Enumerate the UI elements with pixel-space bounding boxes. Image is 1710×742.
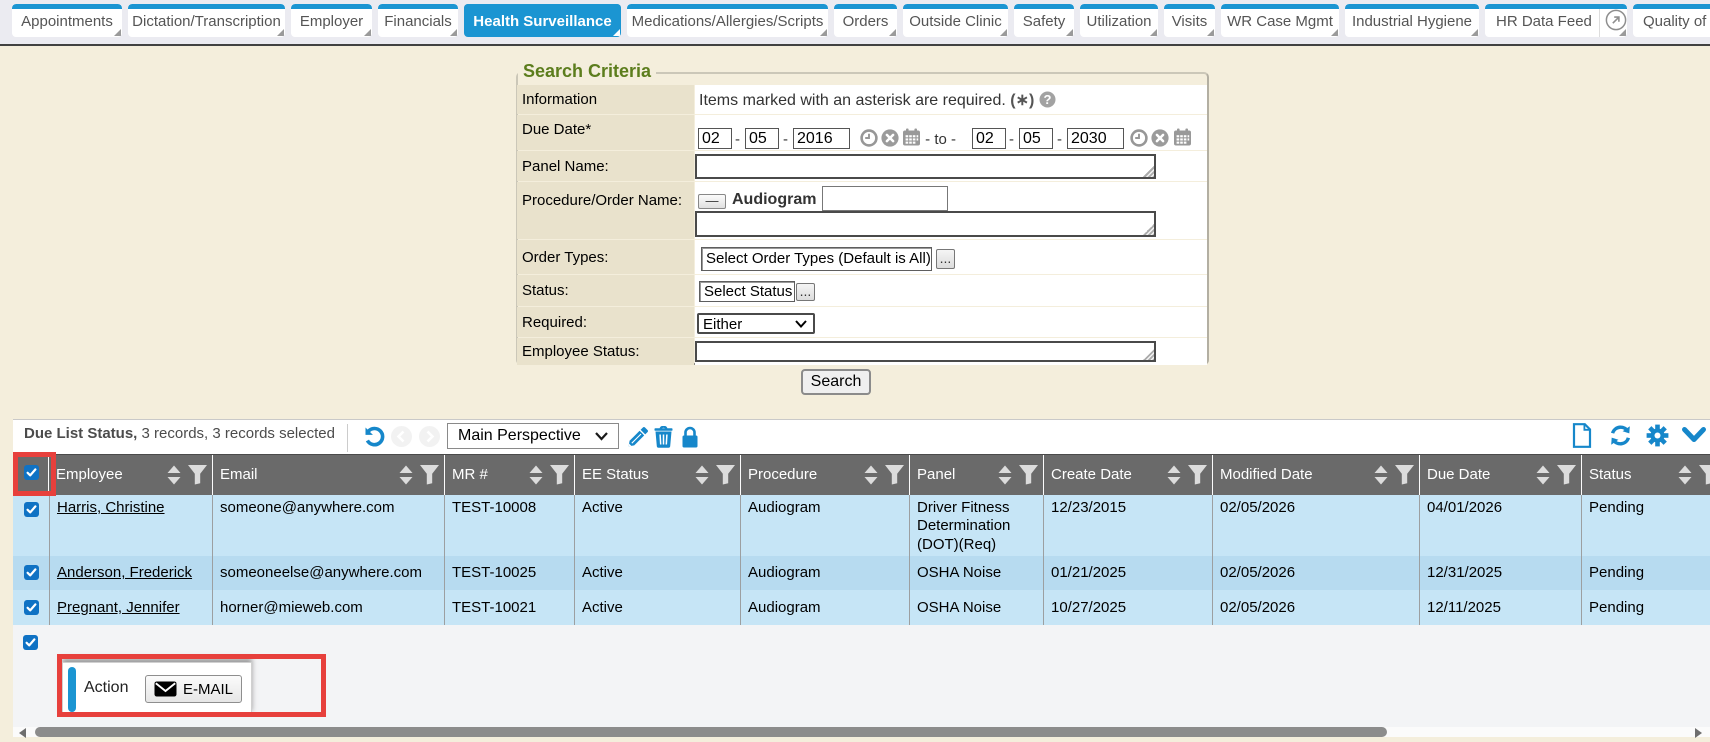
svg-text:?: ? [1043, 92, 1051, 107]
